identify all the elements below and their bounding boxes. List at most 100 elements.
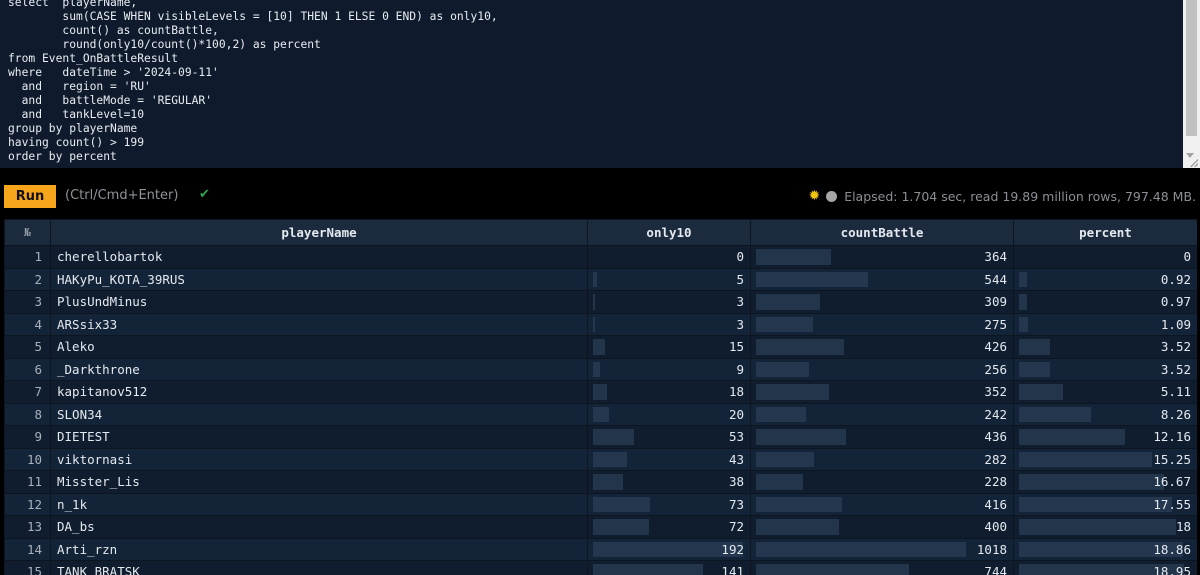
- only10-cell[interactable]: 15: [587, 335, 751, 359]
- table-row[interactable]: 2 HAKyPu_KOTA_39RUS 5 544 0.92: [4, 267, 1197, 291]
- percent-value: 0: [1183, 249, 1191, 265]
- table-row[interactable]: 12 n_1k 73 416 17.55: [4, 492, 1197, 516]
- scroll-down-arrow-icon[interactable]: [1186, 153, 1194, 158]
- percent-value: 8.26: [1160, 406, 1191, 422]
- countbattle-bar: [756, 384, 829, 400]
- column-header-only10[interactable]: only10: [587, 219, 751, 246]
- only10-cell[interactable]: 73: [587, 492, 751, 516]
- table-row[interactable]: 6 _Darkthrone 9 256 3.52: [4, 357, 1197, 381]
- percent-cell[interactable]: 8.26: [1013, 402, 1197, 426]
- percent-bar: [1019, 294, 1028, 310]
- percent-cell[interactable]: 1.09: [1013, 312, 1197, 336]
- countbattle-cell[interactable]: 309: [750, 290, 1014, 314]
- percent-cell[interactable]: 0.92: [1013, 267, 1197, 291]
- only10-bar: [593, 474, 623, 490]
- playername-cell[interactable]: Aleko: [50, 335, 588, 359]
- only10-bar: [593, 564, 704, 575]
- countbattle-cell[interactable]: 400: [750, 515, 1014, 539]
- table-row[interactable]: 3 PlusUndMinus 3 309 0.97: [4, 290, 1197, 314]
- table-row[interactable]: 10 viktornasi 43 282 15.25: [4, 447, 1197, 471]
- only10-cell[interactable]: 43: [587, 447, 751, 471]
- playername-cell[interactable]: SLON34: [50, 402, 588, 426]
- table-row[interactable]: 15 TANK_BRATSK 141 744 18.95: [4, 560, 1197, 575]
- table-row[interactable]: 1 cherellobartok 0 364 0: [4, 245, 1197, 269]
- percent-cell[interactable]: 17.55: [1013, 492, 1197, 516]
- percent-cell[interactable]: 3.52: [1013, 335, 1197, 359]
- playername-cell[interactable]: TANK_BRATSK: [50, 560, 588, 575]
- percent-cell[interactable]: 12.16: [1013, 425, 1197, 449]
- row-number-cell: 10: [4, 447, 51, 471]
- playername-cell[interactable]: DIETEST: [50, 425, 588, 449]
- countbattle-cell[interactable]: 544: [750, 267, 1014, 291]
- playername-cell[interactable]: DA_bs: [50, 515, 588, 539]
- column-header-playername[interactable]: playerName: [50, 219, 588, 246]
- sun-icon[interactable]: ✹: [808, 188, 820, 204]
- countbattle-cell[interactable]: 352: [750, 380, 1014, 404]
- playername-cell[interactable]: kapitanov512: [50, 380, 588, 404]
- table-row[interactable]: 7 kapitanov512 18 352 5.11: [4, 380, 1197, 404]
- countbattle-cell[interactable]: 1018: [750, 537, 1014, 561]
- countbattle-cell[interactable]: 282: [750, 447, 1014, 471]
- percent-cell[interactable]: 16.67: [1013, 470, 1197, 494]
- countbattle-cell[interactable]: 744: [750, 560, 1014, 575]
- playername-cell[interactable]: PlusUndMinus: [50, 290, 588, 314]
- percent-cell[interactable]: 5.11: [1013, 380, 1197, 404]
- countbattle-cell[interactable]: 242: [750, 402, 1014, 426]
- percent-value: 18.86: [1153, 541, 1191, 557]
- only10-cell[interactable]: 3: [587, 312, 751, 336]
- percent-cell[interactable]: 0: [1013, 245, 1197, 269]
- only10-cell[interactable]: 3: [587, 290, 751, 314]
- countbattle-cell[interactable]: 426: [750, 335, 1014, 359]
- playername-cell[interactable]: viktornasi: [50, 447, 588, 471]
- playername-cell[interactable]: n_1k: [50, 492, 588, 516]
- countbattle-cell[interactable]: 436: [750, 425, 1014, 449]
- only10-cell[interactable]: 18: [587, 380, 751, 404]
- playername-cell[interactable]: cherellobartok: [50, 245, 588, 269]
- table-row[interactable]: 8 SLON34 20 242 8.26: [4, 402, 1197, 426]
- percent-bar: [1019, 406, 1091, 422]
- resize-grip-icon[interactable]: [1190, 159, 1198, 167]
- column-header-countbattle[interactable]: countBattle: [750, 219, 1014, 246]
- row-number-cell: 7: [4, 380, 51, 404]
- countbattle-cell[interactable]: 228: [750, 470, 1014, 494]
- query-text[interactable]: select playerName, sum(CASE WHEN visible…: [8, 0, 498, 164]
- scrollbar-thumb[interactable]: [1186, 0, 1197, 136]
- table-row[interactable]: 9 DIETEST 53 436 12.16: [4, 425, 1197, 449]
- only10-cell[interactable]: 141: [587, 560, 751, 575]
- only10-cell[interactable]: 0: [587, 245, 751, 269]
- table-row[interactable]: 11 Misster_Lis 38 228 16.67: [4, 470, 1197, 494]
- only10-cell[interactable]: 9: [587, 357, 751, 381]
- only10-cell[interactable]: 20: [587, 402, 751, 426]
- query-editor[interactable]: select playerName, sum(CASE WHEN visible…: [0, 0, 1200, 168]
- column-header-row-number[interactable]: №: [4, 219, 51, 246]
- playername-cell[interactable]: ARSsix33: [50, 312, 588, 336]
- table-row[interactable]: 13 DA_bs 72 400 18: [4, 515, 1197, 539]
- playername-cell[interactable]: HAKyPu_KOTA_39RUS: [50, 267, 588, 291]
- playername-cell[interactable]: Arti_rzn: [50, 537, 588, 561]
- only10-cell[interactable]: 53: [587, 425, 751, 449]
- countbattle-cell[interactable]: 416: [750, 492, 1014, 516]
- percent-cell[interactable]: 18.95: [1013, 560, 1197, 575]
- countbattle-cell[interactable]: 364: [750, 245, 1014, 269]
- only10-cell[interactable]: 72: [587, 515, 751, 539]
- table-row[interactable]: 4 ARSsix33 3 275 1.09: [4, 312, 1197, 336]
- only10-cell[interactable]: 38: [587, 470, 751, 494]
- results-table: № playerName only10 countBattle percent …: [4, 219, 1197, 575]
- percent-cell[interactable]: 18.86: [1013, 537, 1197, 561]
- countbattle-cell[interactable]: 275: [750, 312, 1014, 336]
- playername-cell[interactable]: _Darkthrone: [50, 357, 588, 381]
- percent-cell[interactable]: 3.52: [1013, 357, 1197, 381]
- countbattle-cell[interactable]: 256: [750, 357, 1014, 381]
- column-header-percent[interactable]: percent: [1013, 219, 1197, 246]
- table-row[interactable]: 5 Aleko 15 426 3.52: [4, 335, 1197, 359]
- percent-cell[interactable]: 18: [1013, 515, 1197, 539]
- only10-cell[interactable]: 5: [587, 267, 751, 291]
- run-button[interactable]: Run: [4, 185, 56, 208]
- percent-bar: [1019, 474, 1165, 490]
- editor-scrollbar[interactable]: [1183, 0, 1200, 168]
- playername-cell[interactable]: Misster_Lis: [50, 470, 588, 494]
- percent-cell[interactable]: 15.25: [1013, 447, 1197, 471]
- only10-cell[interactable]: 192: [587, 537, 751, 561]
- table-row[interactable]: 14 Arti_rzn 192 1018 18.86: [4, 537, 1197, 561]
- percent-cell[interactable]: 0.97: [1013, 290, 1197, 314]
